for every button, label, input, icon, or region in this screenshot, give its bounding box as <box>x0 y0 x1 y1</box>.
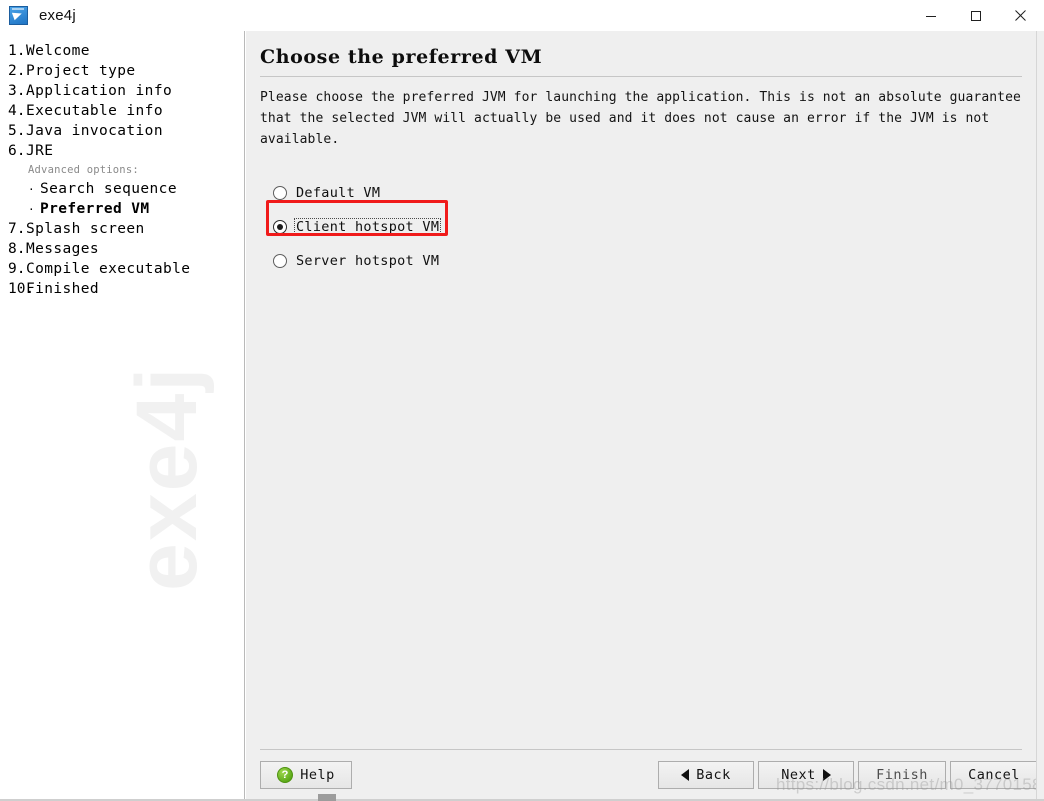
step-label: Finished <box>26 281 100 297</box>
window-title: exe4j <box>39 7 76 24</box>
step-number: 1. <box>8 43 26 59</box>
sidebar-item-java-invocation[interactable]: 5. Java invocation <box>0 121 244 141</box>
minimize-icon <box>925 15 936 17</box>
arrow-left-icon <box>681 769 690 781</box>
step-label: Project type <box>26 63 136 79</box>
help-button-label: Help <box>300 767 335 783</box>
advanced-options-header: Advanced options: <box>28 164 139 176</box>
sidebar-item-application-info[interactable]: 3. Application info <box>0 81 244 101</box>
radio-label: Server hotspot VM <box>296 253 440 269</box>
close-button[interactable] <box>998 0 1043 31</box>
finish-button-label: Finish <box>876 767 928 783</box>
radio-circle-icon <box>273 254 287 268</box>
close-icon <box>1015 10 1026 21</box>
help-button[interactable]: ? Help <box>260 761 352 789</box>
step-label: Compile executable <box>26 261 191 277</box>
cancel-button[interactable]: Cancel <box>950 761 1038 789</box>
step-number: 7. <box>8 221 26 237</box>
sidebar-item-compile-executable[interactable]: 9. Compile executable <box>0 259 244 279</box>
bullet-icon: · <box>28 183 35 196</box>
arrow-right-icon <box>822 769 831 781</box>
step-number: 9. <box>8 261 26 277</box>
minimize-button[interactable] <box>908 0 953 31</box>
wizard-content-panel: Choose the preferred VM Please choose th… <box>246 31 1044 801</box>
back-button[interactable]: Back <box>658 761 754 789</box>
dialog-right-edge <box>1036 31 1044 801</box>
sidebar-item-welcome[interactable]: 1. Welcome <box>0 41 244 61</box>
page-description: Please choose the preferred JVM for laun… <box>260 90 1021 147</box>
step-number: 2. <box>8 63 26 79</box>
wizard-step-list: 1. Welcome 2. Project type 3. Applicatio… <box>0 41 244 299</box>
sidebar-item-jre[interactable]: 6. JRE <box>0 141 244 161</box>
window-title-bar: exe4j <box>0 0 1044 31</box>
sub-item-label: Preferred VM <box>40 201 150 217</box>
step-number: 4. <box>8 103 26 119</box>
radio-option-client-hotspot-vm[interactable]: Client hotspot VM <box>273 210 1022 244</box>
step-label: JRE <box>26 143 54 159</box>
sidebar-item-preferred-vm[interactable]: · Preferred VM <box>0 199 244 219</box>
step-label: Welcome <box>26 43 90 59</box>
radio-label: Default VM <box>296 185 381 201</box>
maximize-button[interactable] <box>953 0 998 31</box>
step-label: Executable info <box>26 103 163 119</box>
step-label: Java invocation <box>26 123 163 139</box>
next-button[interactable]: Next <box>758 761 854 789</box>
bottom-scroll-nub[interactable] <box>318 794 336 801</box>
cancel-button-label: Cancel <box>968 767 1020 783</box>
radio-option-default-vm[interactable]: Default VM <box>273 176 1022 210</box>
button-bar-divider <box>260 749 1022 750</box>
sidebar-item-project-type[interactable]: 2. Project type <box>0 61 244 81</box>
radio-circle-icon <box>273 220 287 234</box>
radio-label: Client hotspot VM <box>294 218 442 236</box>
title-divider <box>260 76 1022 77</box>
next-button-label: Next <box>781 767 816 783</box>
step-label: Messages <box>26 241 100 257</box>
maximize-icon <box>970 10 981 21</box>
radio-option-server-hotspot-vm[interactable]: Server hotspot VM <box>273 244 1022 278</box>
radio-circle-icon <box>273 186 287 200</box>
sidebar-item-finished[interactable]: 10. Finished <box>0 279 244 299</box>
sidebar-watermark: exe4j <box>119 365 215 591</box>
bullet-icon: · <box>28 203 35 216</box>
sub-item-label: Search sequence <box>40 181 177 197</box>
sidebar-item-messages[interactable]: 8. Messages <box>0 239 244 259</box>
step-label: Splash screen <box>26 221 145 237</box>
step-number: 3. <box>8 83 26 99</box>
step-number: 5. <box>8 123 26 139</box>
exe4j-app-icon <box>9 6 28 25</box>
content-inner: Choose the preferred VM Please choose th… <box>246 31 1036 801</box>
back-button-label: Back <box>696 767 731 783</box>
question-mark-icon: ? <box>277 767 294 783</box>
step-number: 6. <box>8 143 26 159</box>
wizard-step-sidebar: 1. Welcome 2. Project type 3. Applicatio… <box>0 31 245 801</box>
step-number: 10. <box>8 281 35 297</box>
sidebar-item-splash-screen[interactable]: 7. Splash screen <box>0 219 244 239</box>
preferred-vm-radio-group: Default VM Client hotspot VM Server hots… <box>260 176 1022 278</box>
finish-button[interactable]: Finish <box>858 761 946 789</box>
step-number: 8. <box>8 241 26 257</box>
page-title: Choose the preferred VM <box>260 46 543 68</box>
step-label: Application info <box>26 83 173 99</box>
wizard-button-bar: ? Help Back Next Finish Cancel https://b… <box>246 749 1044 801</box>
sidebar-item-search-sequence[interactable]: · Search sequence <box>0 179 244 199</box>
sidebar-item-executable-info[interactable]: 4. Executable info <box>0 101 244 121</box>
